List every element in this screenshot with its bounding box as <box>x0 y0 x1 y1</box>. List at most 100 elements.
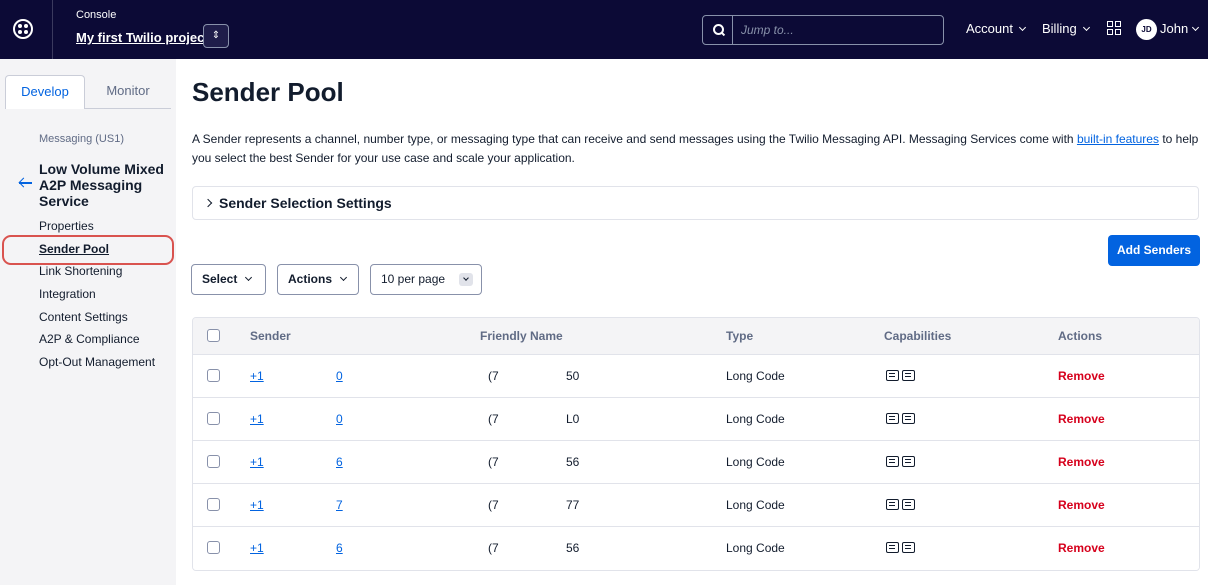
table-row: +1 6 (7 56 Long Code Remove <box>193 527 1199 570</box>
tab-monitor[interactable]: Monitor <box>91 75 165 109</box>
table-row: +1 0 (7 L0 Long Code Remove <box>193 398 1199 441</box>
project-name-link[interactable]: My first Twilio project <box>76 30 209 45</box>
friendly-name: (7 <box>488 498 499 512</box>
sender-number-suffix[interactable]: 7 <box>336 498 343 512</box>
sender-number-link[interactable]: +1 <box>250 455 264 469</box>
description-text: A Sender represents a channel, number ty… <box>192 132 1077 146</box>
user-menu[interactable]: John <box>1160 21 1200 36</box>
sender-table: Sender Friendly Name Type Capabilities A… <box>192 317 1200 571</box>
billing-menu[interactable]: Billing <box>1042 21 1090 36</box>
friendly-name: (7 <box>488 455 499 469</box>
tab-develop[interactable]: Develop <box>5 75 85 109</box>
chevron-right-icon <box>203 198 213 208</box>
sms-icon <box>886 542 899 553</box>
mms-icon <box>902 456 915 467</box>
sidebar-item-a2p-compliance[interactable]: A2P & Compliance <box>39 332 155 355</box>
add-senders-button[interactable]: Add Senders <box>1108 235 1200 266</box>
select-dropdown-label: Select <box>202 272 238 286</box>
page-description: A Sender represents a channel, number ty… <box>192 130 1200 168</box>
row-checkbox[interactable] <box>207 369 220 382</box>
sender-type: Long Code <box>726 455 785 469</box>
built-in-features-link[interactable]: built-in features <box>1077 132 1159 146</box>
sidebar-tabs: Develop Monitor <box>5 75 171 109</box>
sidebar: Develop Monitor Messaging (US1) Low Volu… <box>0 59 176 585</box>
table-header: Sender Friendly Name Type Capabilities A… <box>193 318 1199 355</box>
jump-to-search[interactable] <box>702 15 944 45</box>
row-checkbox[interactable] <box>207 541 220 554</box>
sender-number-suffix[interactable]: 6 <box>336 455 343 469</box>
chevron-down-icon <box>339 273 348 282</box>
per-page-select[interactable]: 10 per page <box>370 264 482 295</box>
project-switcher-button[interactable]: ⇕ <box>203 24 229 48</box>
friendly-name-suffix: L0 <box>566 412 580 426</box>
sender-number-suffix[interactable]: 0 <box>336 412 343 426</box>
mms-icon <box>902 542 915 553</box>
capabilities-cell <box>886 413 916 427</box>
header-type[interactable]: Type <box>726 329 753 343</box>
remove-button[interactable]: Remove <box>1058 369 1105 383</box>
jump-to-input[interactable] <box>741 21 931 39</box>
app-grid-icon[interactable] <box>1107 21 1122 36</box>
row-checkbox[interactable] <box>207 455 220 468</box>
sender-number-link[interactable]: +1 <box>250 541 264 555</box>
account-menu-label: Account <box>966 21 1013 36</box>
sender-type: Long Code <box>726 412 785 426</box>
remove-button[interactable]: Remove <box>1058 541 1105 555</box>
sidebar-item-integration[interactable]: Integration <box>39 287 155 310</box>
select-dropdown[interactable]: Select <box>191 264 266 295</box>
top-navigation-bar: Console My first Twilio project ⇕ Accoun… <box>0 0 1208 59</box>
chevron-down-icon <box>245 273 253 282</box>
capabilities-cell <box>886 456 916 470</box>
user-avatar[interactable]: JD <box>1136 19 1157 40</box>
sender-number-link[interactable]: +1 <box>250 498 264 512</box>
sender-type: Long Code <box>726 498 785 512</box>
table-row: +1 0 (7 50 Long Code Remove <box>193 355 1199 398</box>
header-friendly-name[interactable]: Friendly Name <box>480 329 563 343</box>
disclosure-label: Sender Selection Settings <box>219 195 392 211</box>
friendly-name-suffix: 56 <box>566 541 580 555</box>
actions-dropdown[interactable]: Actions <box>277 264 359 295</box>
mms-icon <box>902 370 915 381</box>
per-page-label: 10 per page <box>381 272 446 286</box>
remove-button[interactable]: Remove <box>1058 412 1105 426</box>
sms-icon <box>886 499 899 510</box>
row-checkbox[interactable] <box>207 498 220 511</box>
sender-number-suffix[interactable]: 0 <box>336 369 343 383</box>
page-title: Sender Pool <box>192 77 344 107</box>
capabilities-cell <box>886 370 916 384</box>
search-icon <box>703 16 733 44</box>
friendly-name: (7 <box>488 412 499 426</box>
sms-icon <box>886 370 899 381</box>
main-content: Sender Pool A Sender represents a channe… <box>176 59 1208 585</box>
topbar-divider <box>52 0 53 59</box>
table-row: +1 7 (7 77 Long Code Remove <box>193 484 1199 527</box>
friendly-name: (7 <box>488 541 499 555</box>
select-all-checkbox[interactable] <box>207 329 220 342</box>
twilio-logo-icon[interactable] <box>13 19 33 39</box>
sender-type: Long Code <box>726 369 785 383</box>
sender-selection-settings-disclosure[interactable]: Sender Selection Settings <box>192 186 1199 220</box>
table-row: +1 6 (7 56 Long Code Remove <box>193 441 1199 484</box>
capabilities-cell <box>886 542 916 556</box>
chevron-down-icon <box>459 273 473 286</box>
mms-icon <box>902 499 915 510</box>
remove-button[interactable]: Remove <box>1058 455 1105 469</box>
sender-number-link[interactable]: +1 <box>250 369 264 383</box>
sidebar-item-link-shortening[interactable]: Link Shortening <box>39 264 155 287</box>
back-arrow-icon[interactable] <box>19 176 33 190</box>
row-checkbox[interactable] <box>207 412 220 425</box>
sms-icon <box>886 413 899 424</box>
sender-number-suffix[interactable]: 6 <box>336 541 343 555</box>
remove-button[interactable]: Remove <box>1058 498 1105 512</box>
chevron-down-icon <box>1082 23 1090 32</box>
account-menu[interactable]: Account <box>966 21 1027 36</box>
sidebar-item-content-settings[interactable]: Content Settings <box>39 310 155 333</box>
sms-icon <box>886 456 899 467</box>
billing-menu-label: Billing <box>1042 21 1077 36</box>
sidebar-item-opt-out-management[interactable]: Opt-Out Management <box>39 355 155 378</box>
chevron-down-icon <box>1192 23 1200 32</box>
breadcrumb[interactable]: Messaging (US1) <box>39 133 124 145</box>
header-sender[interactable]: Sender <box>250 329 291 343</box>
user-name-label: John <box>1160 21 1189 36</box>
sender-number-link[interactable]: +1 <box>250 412 264 426</box>
